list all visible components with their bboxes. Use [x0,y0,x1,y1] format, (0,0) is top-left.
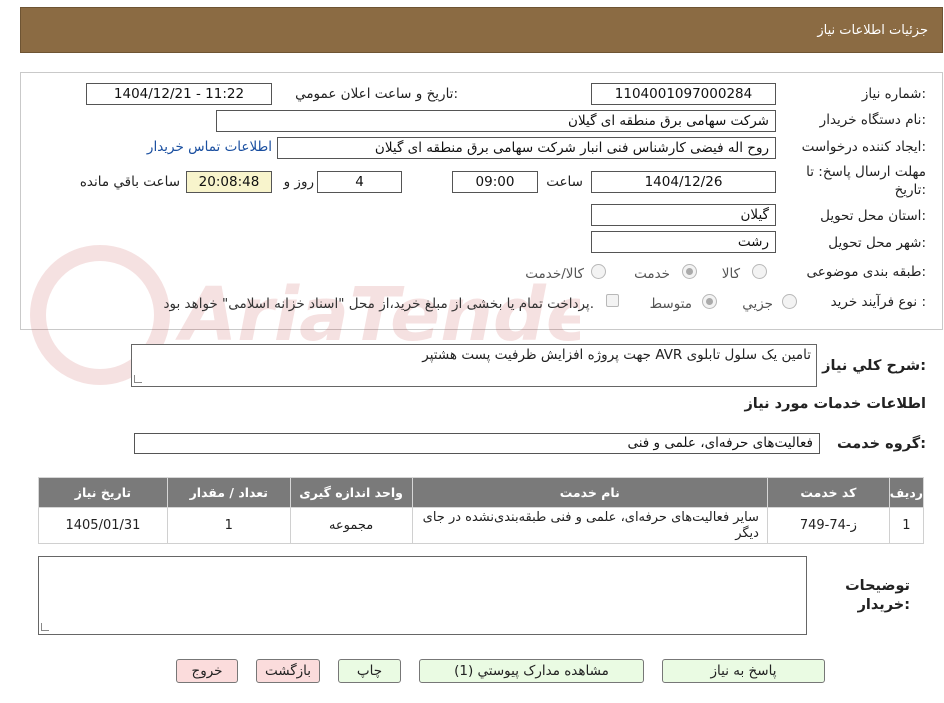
need-number-label: شماره نیاز: [861,86,926,102]
page-title: جزئیات اطلاعات نیاز [817,23,928,38]
description-text: تامین یک سلول تابلوی AVR جهت پروژه افزای… [422,347,811,363]
cell-unit: مجموعه [289,507,413,544]
services-section-title: اطلاعات خدمات مورد نياز [744,396,926,412]
buyer-notes-textarea [38,556,807,635]
buyer-contact-link[interactable]: اطلاعات تماس خريدار [147,139,272,155]
deadline-time-field: 09:00 [452,171,538,193]
col-header-unit: واحد اندازه گیری [289,477,413,508]
requester-label: ايجاد کننده درخواست: [801,139,926,155]
services-table: رديف کد خدمت نام خدمت واحد اندازه گیری ت… [38,477,925,544]
purchase-type-label: نوع فرآيند خريد : [830,294,926,310]
description-textarea: تامین یک سلول تابلوی AVR جهت پروژه افزای… [131,344,817,387]
table-header-row: رديف کد خدمت نام خدمت واحد اندازه گیری ت… [38,477,925,508]
respond-button[interactable]: پاسخ به نياز [662,659,825,683]
service-group-field: فعالیت‌های حرفه‌ای، علمی و فنی [134,433,820,454]
deadline-time-label: ساعت [546,174,583,190]
back-button[interactable]: بازگشت [256,659,320,683]
requester-field: روح اله فیضی کارشناس فنی انبار شرکت سهام… [277,137,776,159]
resize-grip-icon[interactable] [134,375,142,383]
cell-service-name: سایر فعالیت‌های حرفه‌ای، علمی و فنی طبقه… [411,507,768,544]
exit-button[interactable]: خروج [176,659,238,683]
days-label: روز و [283,174,314,190]
description-label: شرح کلي نياز: [822,358,926,374]
remaining-time-label: ساعت باقي مانده [79,174,180,190]
deadline-date-field: 1404/12/26 [591,171,776,193]
city-field: رشت [591,231,776,253]
cell-need-date: 1405/01/31 [38,507,168,544]
category-radio-goods-service[interactable] [591,264,606,279]
category-option-goods: کالا [721,266,740,282]
province-label: استان محل تحويل: [820,208,926,224]
remaining-time-field: 20:08:48 [186,171,272,193]
category-label: طبقه بندی موضوعی: [806,264,926,280]
purchase-radio-medium[interactable] [702,294,717,309]
need-number-field: 1104001097000284 [591,83,776,105]
category-option-service: خدمت [634,266,670,282]
treasury-payment-checkbox[interactable] [606,294,619,307]
category-option-goods-service: کالا/خدمت [525,266,584,282]
service-group-label: گروه خدمت: [836,436,926,452]
category-radio-goods[interactable] [752,264,767,279]
table-row: 1 ز-74-749 سایر فعالیت‌های حرفه‌ای، علمی… [38,507,925,544]
print-button[interactable]: چاپ [338,659,401,683]
purchase-radio-minor[interactable] [782,294,797,309]
purchase-option-minor: جزيي [742,296,773,312]
treasury-payment-note: پرداخت تمام یا بخشی از مبلغ خرید،از محل … [163,296,594,312]
col-header-service-name: نام خدمت [411,477,768,508]
col-header-row-number: رديف [888,477,925,508]
city-label: شهر محل تحويل: [828,235,926,251]
buyer-org-field: شرکت سهامی برق منطقه ای گیلان [216,110,776,132]
notes-resize-grip-icon[interactable] [41,623,49,631]
deadline-label: مهلت ارسال پاسخ: تا [806,164,926,180]
cell-quantity: 1 [166,507,291,544]
view-attachments-button[interactable]: مشاهده مدارک پيوستي (1) [419,659,644,683]
buyer-notes-label-line2: خريدار: [857,597,910,613]
announce-datetime-field: 1404/12/21 - 11:22 [86,83,272,105]
purchase-option-medium: متوسط [649,296,692,312]
col-header-service-code: کد خدمت [766,477,890,508]
cell-row-number: 1 [888,507,925,544]
province-field: گیلان [591,204,776,226]
remaining-days-field: 4 [317,171,402,193]
deadline-label-line2: تاريخ: [894,182,926,198]
buyer-org-label: نام دستگاه خريدار: [819,112,926,128]
page-header: جزئیات اطلاعات نیاز [20,7,943,53]
category-radio-service[interactable] [682,264,697,279]
buyer-notes-label: توضيحات [845,578,910,594]
cell-service-code: ز-74-749 [766,507,890,544]
col-header-need-date: تاريخ نياز [38,477,168,508]
announce-datetime-label: تاریخ و ساعت اعلان عمومي: [295,86,458,102]
col-header-quantity: تعداد / مقدار [166,477,291,508]
